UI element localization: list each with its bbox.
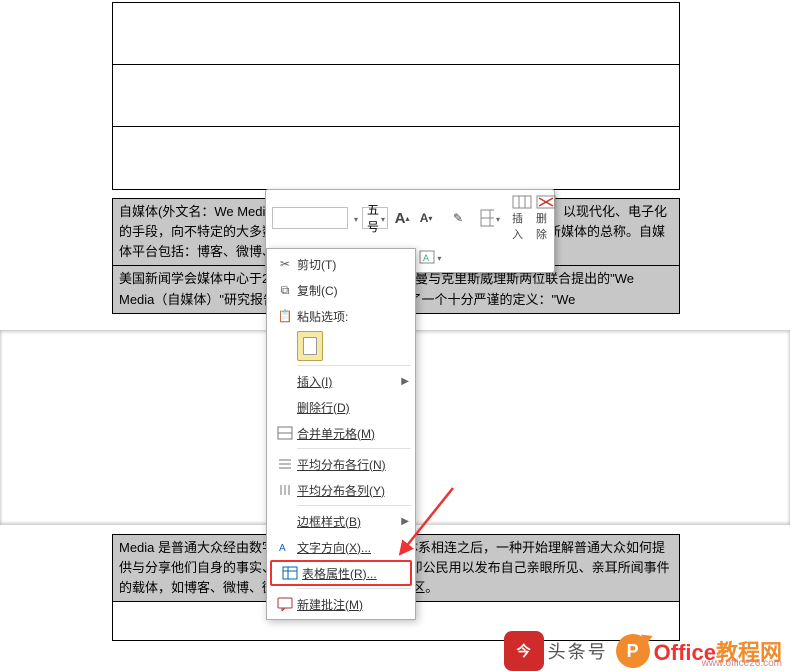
ctx-paste-options-header: 📋 粘贴选项: [267,303,415,329]
chevron-right-icon: ▶ [401,376,409,387]
font-name-dropdown-icon[interactable] [354,211,358,225]
font-name-combo[interactable] [272,207,348,229]
font-size-combo[interactable]: 五号 [362,207,388,229]
ctx-merge-cells[interactable]: 合并单元格(M) [267,420,415,446]
ctx-dist-cols[interactable]: 平均分布各列(Y) [267,477,415,503]
separator [297,365,411,366]
ctx-text-direction[interactable]: A 文字方向(X)... [267,534,415,560]
border-gallery-button[interactable] [480,207,500,229]
styles-button[interactable]: A [419,246,441,268]
table-row[interactable] [113,3,679,29]
shrink-font-button[interactable]: A▾ [416,207,436,229]
ctx-label: 删除行(D) [297,401,350,415]
table-row[interactable] [113,127,679,153]
chevron-down-icon [381,211,385,225]
ctx-label: 插入(I) [297,375,332,389]
table-row[interactable] [113,65,679,91]
insert-button[interactable]: 插入 [512,194,532,242]
format-painter-button[interactable]: ✎ [448,207,468,229]
ctx-table-properties[interactable]: 表格属性(R)... [270,560,412,586]
ctx-label: 新建批注(M) [297,598,363,612]
chevron-down-icon [437,250,441,264]
ctx-insert[interactable]: 插入(I) ▶ [267,368,415,394]
merge-cells-icon [273,426,297,440]
ctx-delete-row[interactable]: 删除行(D) [267,394,415,420]
table-top [112,2,680,190]
ctx-label: 平均分布各列(Y) [297,484,385,498]
chevron-down-icon [496,211,500,225]
svg-text:A: A [279,543,286,554]
office-logo-icon: P [616,634,650,668]
separator [297,505,411,506]
copy-icon: ⧉ [273,283,297,298]
ctx-copy[interactable]: ⧉ 复制(C) [267,277,415,303]
paste-option-button[interactable] [297,331,323,361]
table-properties-icon [278,566,302,580]
distribute-cols-icon [273,483,297,497]
ctx-label: 平均分布各行(N) [297,458,386,472]
text-direction-icon: A [273,540,297,554]
ctx-new-comment[interactable]: 新建批注(M) [267,591,415,617]
watermark-text: 头条号 [548,638,608,664]
comment-icon [273,597,297,611]
chevron-right-icon: ▶ [401,516,409,527]
delete-icon [536,194,556,210]
paste-icon: 📋 [273,309,297,323]
ctx-label: 表格属性(R)... [302,567,377,581]
ctx-label: 粘贴选项: [297,308,409,325]
font-size-value: 五号 [367,201,379,235]
ctx-label: 边框样式(B) [297,515,361,529]
ctx-label: 文字方向(X)... [297,541,371,555]
context-menu: ✂ 剪切(T) ⧉ 复制(C) 📋 粘贴选项: 插入(I) ▶ 删除行(D) 合… [266,248,416,620]
insert-label: 插入 [512,210,532,242]
ctx-cut[interactable]: ✂ 剪切(T) [267,251,415,277]
toutiao-logo-icon: 今 [504,631,544,671]
border-grid-icon [480,209,494,227]
watermark-url: www.office26.com [702,658,782,669]
insert-icon [512,194,532,210]
separator [297,588,411,589]
ctx-label: 合并单元格(M) [297,427,375,441]
styles-icon: A [419,250,435,264]
ctx-border-style[interactable]: 边框样式(B) ▶ [267,508,415,534]
distribute-rows-icon [273,457,297,471]
delete-button[interactable]: 删除 [536,194,556,242]
ctx-label: 复制(C) [297,282,409,299]
delete-label: 删除 [536,210,556,242]
separator [297,448,411,449]
scissors-icon: ✂ [273,257,297,271]
grow-font-button[interactable]: A▴ [392,207,412,229]
svg-text:A: A [423,253,429,263]
ctx-label: 剪切(T) [297,256,409,273]
clipboard-icon [303,337,317,355]
ctx-dist-rows[interactable]: 平均分布各行(N) [267,451,415,477]
